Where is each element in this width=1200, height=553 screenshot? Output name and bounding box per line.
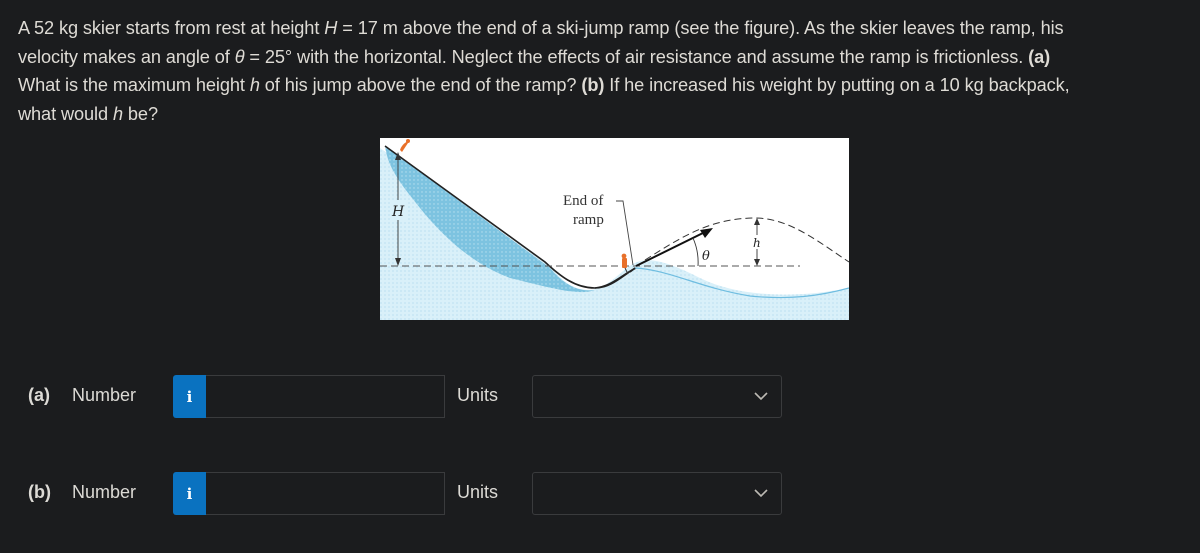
number-input-a[interactable] xyxy=(206,375,445,418)
ramp-label: ramp xyxy=(573,212,604,228)
theta-label: θ xyxy=(702,249,710,264)
units-label-a: Units xyxy=(457,385,499,405)
problem-line-1: A 52 kg skier starts from rest at height… xyxy=(18,18,1064,38)
h-arrow-head-top xyxy=(754,218,760,225)
ski-jump-figure: H θ h End of ramp xyxy=(380,138,849,320)
ski-jump-diagram: H θ h End of ramp xyxy=(380,139,849,320)
info-icon[interactable]: i xyxy=(173,375,206,418)
number-input-b[interactable] xyxy=(206,472,445,515)
h-arrow-head-bottom xyxy=(754,259,760,266)
chevron-down-icon xyxy=(754,392,768,401)
answer-row-b: (b) Number i Units xyxy=(0,472,1200,516)
problem-line-2: velocity makes an angle of θ = 25° with … xyxy=(18,46,1051,67)
units-select-b[interactable] xyxy=(532,472,782,515)
answer-row-a: (a) Number i Units xyxy=(0,375,1200,419)
end-of-label: End of xyxy=(563,193,603,209)
theta-arc xyxy=(692,237,699,267)
velocity-arrow xyxy=(635,231,706,267)
chevron-down-icon xyxy=(754,489,768,498)
part-label-a: (a) xyxy=(28,385,50,405)
number-label-a: Number xyxy=(72,385,137,405)
units-label-b: Units xyxy=(457,482,499,502)
velocity-arrow-head xyxy=(700,228,713,238)
units-select-a[interactable] xyxy=(532,375,782,418)
trajectory xyxy=(644,217,849,263)
h-label: h xyxy=(753,236,761,250)
problem-statement: A 52 kg skier starts from rest at height… xyxy=(18,14,1188,128)
part-label-b: (b) xyxy=(28,482,51,502)
skier-top-icon xyxy=(400,139,410,152)
number-label-b: Number xyxy=(72,482,137,502)
H-label: H xyxy=(391,204,405,220)
info-icon[interactable]: i xyxy=(173,472,206,515)
problem-line-3: What is the maximum height h of his jump… xyxy=(18,75,1070,95)
problem-line-4: what would h be? xyxy=(18,103,158,124)
